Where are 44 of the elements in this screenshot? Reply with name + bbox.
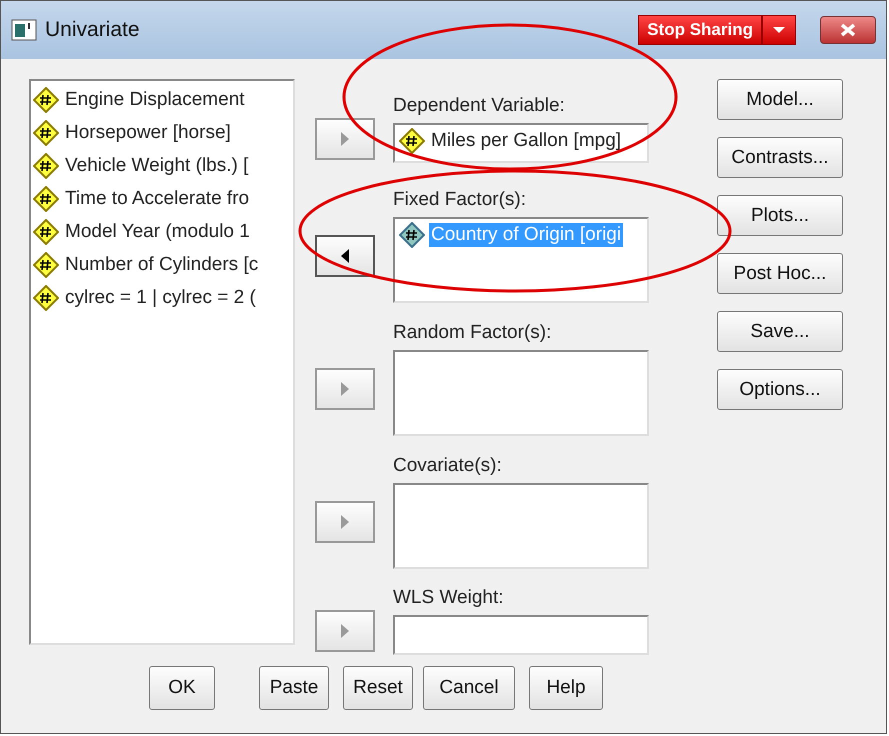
field-label: Covariate(s): (393, 454, 503, 476)
variable-field[interactable] (393, 615, 649, 655)
dialog-button[interactable]: Options... (717, 369, 843, 410)
dialog-button[interactable]: Reset (343, 666, 413, 710)
window-title: Univariate (45, 18, 140, 42)
field-label: Dependent Variable: (393, 95, 566, 117)
dialog-button[interactable]: Help (529, 666, 603, 710)
scale-variable-icon (33, 153, 59, 179)
dialog-button[interactable]: Cancel (423, 666, 515, 710)
sharing-dropdown-button[interactable] (762, 15, 796, 45)
close-button[interactable] (820, 16, 876, 44)
variable-item[interactable]: Number of Cylinders [c (63, 253, 260, 277)
dialog-button[interactable]: Paste (259, 666, 329, 710)
scale-variable-icon (33, 120, 59, 146)
close-icon (839, 23, 857, 37)
variable-field[interactable] (393, 482, 649, 568)
scale-variable-icon (33, 252, 59, 278)
dialog-button[interactable]: Save... (717, 311, 843, 352)
dialog-button[interactable]: Model... (717, 79, 843, 120)
variable-item[interactable]: Engine Displacement (63, 88, 247, 112)
variable-item[interactable]: cylrec = 1 | cylrec = 2 ( (63, 286, 258, 310)
field-label: Random Factor(s): (393, 322, 552, 344)
move-arrow-button[interactable] (315, 234, 375, 276)
variable-item[interactable]: Model Year (modulo 1 (63, 220, 252, 244)
variable-item[interactable]: Horsepower [horse] (63, 121, 233, 145)
dialog-button[interactable]: Contrasts... (717, 137, 843, 178)
field-label: Fixed Factor(s): (393, 188, 528, 210)
scale-variable-icon (33, 87, 59, 113)
dialog-button[interactable]: Post Hoc... (717, 253, 843, 294)
nominal-variable-icon (399, 222, 425, 248)
variable-field[interactable] (393, 350, 649, 436)
scale-variable-icon (33, 219, 59, 245)
dialog-button[interactable]: Plots... (717, 195, 843, 236)
scale-variable-icon (33, 186, 59, 212)
variable-item[interactable]: Vehicle Weight (lbs.) [ (63, 154, 250, 178)
caret-icon (772, 26, 786, 34)
dialog-button[interactable]: OK (149, 666, 215, 710)
stop-sharing-button[interactable]: Stop Sharing (638, 15, 762, 45)
field-label: WLS Weight: (393, 587, 505, 609)
scale-variable-icon (33, 285, 59, 311)
variable-list[interactable]: Engine Displacement Horsepower [horse] Vehicle Weight (lbs.) [ Time to Accelerate fro Model Year (modulo 1 Number of Cylinders [c cylrec = 1 | cylrec = 2 ( (29, 79, 295, 645)
window-icon (11, 19, 37, 41)
scale-variable-icon (399, 128, 425, 154)
variable-item[interactable]: Time to Accelerate fro (63, 187, 252, 211)
